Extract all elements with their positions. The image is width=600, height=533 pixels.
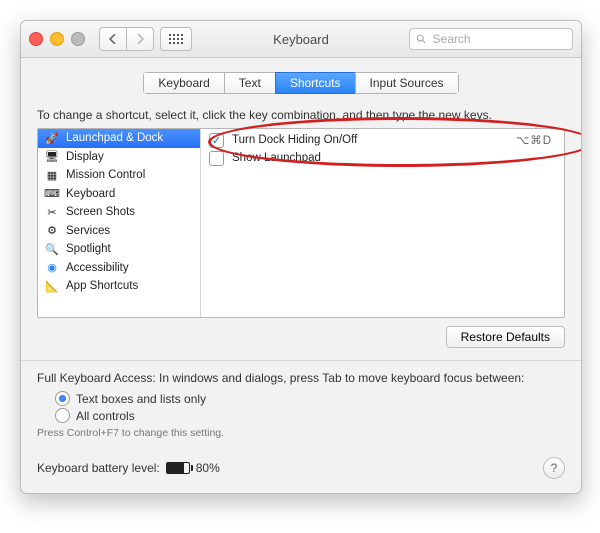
radio-icon[interactable] [55, 408, 70, 423]
checkbox[interactable]: ✓ [209, 133, 224, 148]
category-screen-shots[interactable]: ✂ Screen Shots [38, 203, 200, 222]
shortcut-panes: 🚀 Launchpad & Dock 🖥 Display ▦ Mission C… [37, 128, 565, 318]
nav-buttons [99, 27, 154, 51]
category-display[interactable]: 🖥 Display [38, 148, 200, 167]
radio-all-controls[interactable]: All controls [55, 408, 565, 423]
tab-bar: Keyboard Text Shortcuts Input Sources [37, 72, 565, 94]
tab-shortcuts[interactable]: Shortcuts [275, 72, 355, 94]
fka-label: Full Keyboard Access: In windows and dia… [37, 371, 565, 385]
category-list[interactable]: 🚀 Launchpad & Dock 🖥 Display ▦ Mission C… [38, 129, 201, 317]
shortcut-row[interactable]: Show Launchpad [205, 149, 560, 167]
category-keyboard[interactable]: ⌨ Keyboard [38, 185, 200, 204]
category-label: Accessibility [66, 262, 129, 274]
maximize-icon [71, 32, 85, 46]
back-button[interactable] [99, 27, 126, 51]
radio-text-boxes[interactable]: Text boxes and lists only [55, 391, 565, 406]
category-label: Launchpad & Dock [66, 132, 163, 144]
shortcut-label: Show Launchpad [232, 152, 552, 164]
category-mission-control[interactable]: ▦ Mission Control [38, 166, 200, 185]
tab-keyboard[interactable]: Keyboard [143, 72, 223, 94]
accessibility-icon: ◉ [44, 261, 60, 275]
shortcut-keys[interactable]: ⌥⌘D [516, 133, 552, 147]
radio-label: Text boxes and lists only [76, 392, 206, 406]
shortcut-label: Turn Dock Hiding On/Off [232, 134, 516, 146]
content: Keyboard Text Shortcuts Input Sources To… [21, 58, 581, 493]
help-button[interactable]: ? [543, 457, 565, 479]
category-services[interactable]: ⚙ Services [38, 222, 200, 241]
category-label: App Shortcuts [66, 280, 138, 292]
fka-hint: Press Control+F7 to change this setting. [37, 427, 565, 439]
radio-label: All controls [76, 409, 135, 423]
category-accessibility[interactable]: ◉ Accessibility [38, 259, 200, 278]
battery-percent: 80% [196, 461, 220, 475]
preferences-window: Keyboard Keyboard Text Shortcuts Input S… [20, 20, 582, 494]
category-spotlight[interactable]: 🔍 Spotlight [38, 240, 200, 259]
show-all-button[interactable] [160, 27, 192, 51]
search-input[interactable] [431, 31, 566, 47]
minimize-icon[interactable] [50, 32, 64, 46]
close-icon[interactable] [29, 32, 43, 46]
category-label: Services [66, 225, 110, 237]
launchpad-icon: 🚀 [44, 131, 60, 145]
tab-input-sources[interactable]: Input Sources [355, 72, 459, 94]
category-label: Display [66, 151, 104, 163]
category-launchpad-dock[interactable]: 🚀 Launchpad & Dock [38, 129, 200, 148]
category-label: Spotlight [66, 243, 111, 255]
battery-icon [166, 462, 190, 474]
forward-button[interactable] [126, 27, 154, 51]
category-label: Mission Control [66, 169, 145, 181]
traffic-lights [29, 32, 85, 46]
spotlight-icon: 🔍 [44, 242, 60, 256]
category-app-shortcuts[interactable]: 📐 App Shortcuts [38, 277, 200, 296]
mission-control-icon: ▦ [44, 168, 60, 182]
screenshot-icon: ✂ [44, 205, 60, 219]
category-label: Keyboard [66, 188, 115, 200]
display-icon: 🖥 [44, 150, 60, 164]
divider [21, 360, 581, 361]
shortcut-list: ✓ Turn Dock Hiding On/Off ⌥⌘D Show Launc… [201, 129, 564, 317]
radio-icon[interactable] [55, 391, 70, 406]
tab-text[interactable]: Text [224, 72, 275, 94]
grid-icon [169, 34, 183, 44]
category-label: Screen Shots [66, 206, 135, 218]
search-icon [416, 33, 427, 45]
checkbox[interactable] [209, 151, 224, 166]
instruction-text: To change a shortcut, select it, click t… [37, 108, 565, 122]
titlebar: Keyboard [21, 21, 581, 58]
battery-label: Keyboard battery level: [37, 461, 160, 475]
search-field[interactable] [409, 28, 573, 50]
keyboard-icon: ⌨ [44, 187, 60, 201]
services-icon: ⚙ [44, 224, 60, 238]
restore-defaults-button[interactable]: Restore Defaults [446, 326, 565, 348]
footer: Keyboard battery level: 80% ? [37, 457, 565, 479]
shortcut-row[interactable]: ✓ Turn Dock Hiding On/Off ⌥⌘D [205, 131, 560, 149]
app-shortcuts-icon: 📐 [44, 279, 60, 293]
